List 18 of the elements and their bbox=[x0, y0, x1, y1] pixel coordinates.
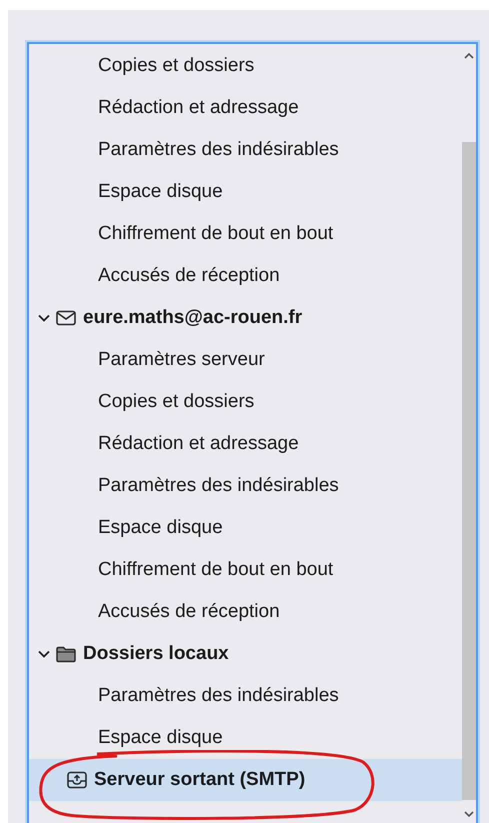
tree-item[interactable]: Dossiers locaux bbox=[29, 633, 462, 675]
tree-item[interactable]: Espace disque bbox=[29, 507, 462, 549]
tree-item[interactable]: Accusés de réception bbox=[29, 255, 462, 297]
tree-item[interactable]: Espace disque bbox=[29, 717, 462, 759]
tree-item[interactable]: Paramètres serveur bbox=[29, 339, 462, 381]
tree-item[interactable]: Rédaction et adressage bbox=[29, 423, 462, 465]
tree-item[interactable]: Copies et dossiers bbox=[29, 45, 462, 87]
tree-item[interactable]: eure.maths@ac-rouen.fr bbox=[29, 297, 462, 339]
tree-item[interactable]: Paramètres des indésirables bbox=[29, 129, 462, 171]
tree-item[interactable]: Serveur sortant (SMTP) bbox=[29, 759, 462, 801]
tree-item[interactable]: Espace disque bbox=[29, 171, 462, 213]
tree-item[interactable]: Chiffrement de bout en bout bbox=[29, 213, 462, 255]
tree-item[interactable]: Accusés de réception bbox=[29, 591, 462, 633]
tree-item[interactable]: Paramètres des indésirables bbox=[29, 675, 462, 717]
tree-item[interactable]: Copies et dossiers bbox=[29, 381, 462, 423]
tree-item[interactable]: Paramètres des indésirables bbox=[29, 465, 462, 507]
tree-item[interactable]: Chiffrement de bout en bout bbox=[29, 549, 462, 591]
tree-item[interactable]: Rédaction et adressage bbox=[29, 87, 462, 129]
